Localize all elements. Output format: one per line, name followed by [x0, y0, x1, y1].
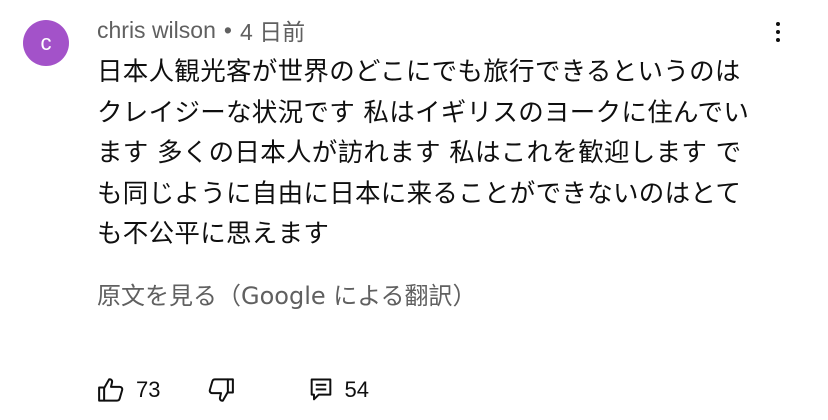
see-original-link[interactable]: 原文を見る（Google による翻訳）	[97, 276, 477, 311]
comment-header: chris wilson • 4 日前	[97, 14, 305, 46]
reply-button[interactable]: 54	[308, 376, 369, 404]
author-name[interactable]: chris wilson	[97, 17, 216, 44]
like-button[interactable]: 73	[96, 375, 160, 405]
comment-line: クレイジーな状況です 私はイギリスのヨークに住んでい	[97, 97, 750, 128]
reply-icon	[308, 376, 334, 404]
header-separator: •	[223, 16, 232, 43]
comment: c chris wilson • 4 日前 日本人観光客が世界のどこにでも旅行で…	[0, 0, 828, 420]
comment-timestamp[interactable]: 4 日前	[240, 13, 305, 47]
comment-line: 日本人観光客が世界のどこにでも旅行できるというのは	[97, 57, 741, 87]
avatar-letter: c	[40, 30, 52, 55]
comment-line: ます 多くの日本人が訪れます 私はこれを歓迎します で	[97, 138, 742, 168]
comment-line: も不公平に思えます	[97, 219, 330, 249]
more-vertical-icon[interactable]	[762, 14, 794, 50]
comment-text: 日本人観光客が世界のどこにでも旅行できるというのは クレイジーな状況です 私はイ…	[97, 52, 767, 255]
thumbs-up-icon	[96, 375, 126, 405]
comment-line: も同じように自由に日本に来ることができないのはとて	[97, 178, 742, 209]
comment-actions: 73 54	[96, 370, 369, 410]
thumbs-down-icon	[206, 375, 236, 405]
reply-count: 54	[344, 377, 369, 402]
dislike-button[interactable]	[206, 375, 236, 405]
avatar[interactable]: c	[23, 20, 69, 66]
like-count: 73	[136, 377, 161, 402]
